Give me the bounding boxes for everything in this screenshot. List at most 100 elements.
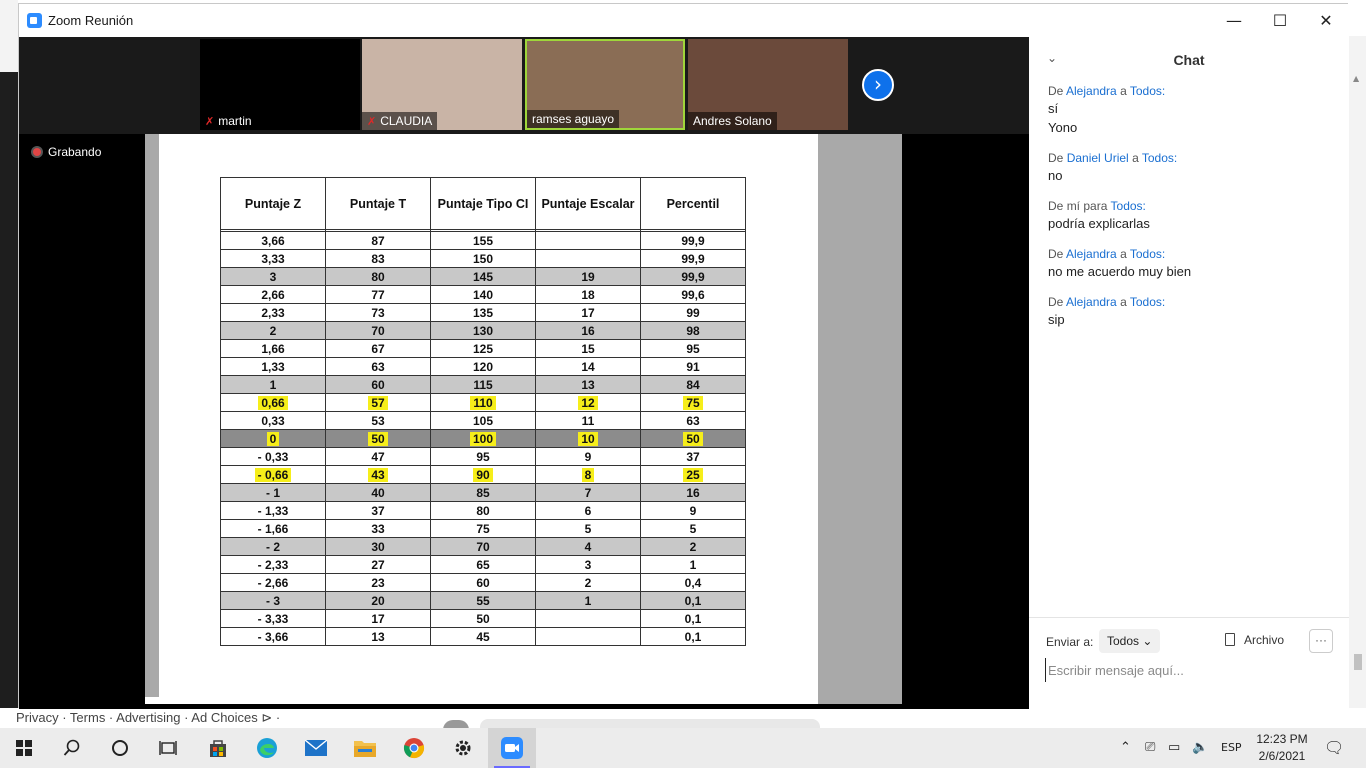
table-cell: 33 — [325, 519, 431, 538]
participant-name-text: martin — [218, 114, 252, 128]
message-recipient[interactable]: Todos: — [1142, 151, 1177, 165]
recipient-select[interactable]: Todos ⌄ — [1099, 629, 1161, 653]
cell-value: 55 — [476, 593, 490, 608]
message-sender[interactable]: Alejandra — [1066, 295, 1117, 309]
table-cell: 30 — [325, 537, 431, 556]
chat-message: De Daniel Uriel a Todos: no — [1048, 150, 1338, 185]
table-row: 0,33 53 105 11 63 — [220, 411, 746, 430]
table-cell: 80 — [430, 501, 536, 520]
message-text: sí — [1048, 101, 1059, 116]
recording-indicator[interactable]: Grabando — [31, 145, 101, 159]
cortana-icon[interactable] — [96, 728, 144, 768]
scroll-up-icon[interactable]: ▲ — [1353, 74, 1363, 83]
cell-value: 10 — [578, 431, 598, 446]
participant-tile[interactable]: ramses aguayo — [525, 39, 685, 130]
edge-icon[interactable] — [243, 728, 291, 768]
scrollbar-thumb[interactable] — [1354, 654, 1362, 670]
message-meta: De Alejandra a Todos: — [1048, 294, 1338, 310]
file-button[interactable]: Archivo — [1225, 633, 1284, 647]
minimize-button[interactable]: — — [1211, 4, 1257, 37]
table-cell: - 0,66 — [220, 465, 326, 484]
cell-value: - 3,33 — [257, 611, 289, 626]
chat-message-input[interactable] — [1045, 658, 1335, 682]
cell-value: 0 — [266, 431, 280, 446]
participant-tile[interactable]: Andres Solano — [688, 39, 848, 130]
table-row: 3,33 83 150 99,9 — [220, 249, 746, 268]
message-sender[interactable]: Daniel Uriel — [1067, 151, 1129, 165]
table-cell: 0,1 — [640, 627, 746, 646]
chat-title: Chat — [1173, 52, 1205, 68]
message-prefix: De — [1048, 84, 1064, 98]
message-recipient[interactable]: Todos: — [1130, 295, 1165, 309]
cell-value: 43 — [368, 467, 388, 482]
table-cell: 65 — [430, 555, 536, 574]
cell-value: 83 — [371, 251, 385, 266]
table-row: 0 50 100 10 50 — [220, 429, 746, 448]
table-cell: 95 — [640, 339, 746, 358]
system-clock[interactable]: 12:23 PM 2/6/2021 — [1252, 731, 1312, 765]
background-scrollbar[interactable]: ▲ — [1348, 36, 1366, 708]
table-cell: 155 — [430, 231, 536, 250]
table-cell: 45 — [430, 627, 536, 646]
cell-value: - 2,66 — [257, 575, 289, 590]
table-cell — [535, 627, 641, 646]
table-cell: 105 — [430, 411, 536, 430]
message-connector: a — [1132, 151, 1139, 165]
meet-now-icon[interactable]: ⎚ — [1145, 728, 1155, 768]
column-header: Puntaje Z — [220, 177, 326, 230]
cell-value: 135 — [472, 305, 494, 320]
cell-value: 110 — [470, 395, 496, 410]
notifications-icon[interactable]: 🗨 — [1324, 728, 1344, 768]
table-cell: 0,66 — [220, 393, 326, 412]
cell-value: 3,66 — [261, 233, 285, 248]
file-explorer-icon[interactable] — [341, 728, 389, 768]
cell-value: 17 — [371, 611, 385, 626]
message-connector: a — [1120, 295, 1127, 309]
search-icon[interactable] — [48, 728, 96, 768]
battery-icon[interactable]: ▭ — [1168, 728, 1180, 768]
store-icon[interactable] — [194, 728, 242, 768]
mail-icon[interactable] — [292, 728, 340, 768]
table-cell: 1 — [220, 375, 326, 394]
table-cell: 99,9 — [640, 249, 746, 268]
participant-tile[interactable]: ✗ martin — [200, 39, 360, 130]
windows-start-icon[interactable] — [0, 728, 48, 768]
participant-tile[interactable]: ✗ CLAUDIA — [362, 39, 522, 130]
next-participants-button[interactable]: › — [862, 69, 894, 101]
table-row: 2,33 73 135 17 99 — [220, 303, 746, 322]
close-button[interactable]: ✕ — [1303, 4, 1349, 37]
task-view-icon[interactable] — [144, 728, 192, 768]
footer-links[interactable]: Privacy · Terms · Advertising · Ad Choic… — [16, 710, 280, 726]
cell-value: 98 — [686, 323, 700, 338]
message-sender[interactable]: Alejandra — [1066, 247, 1117, 261]
cell-value: 140 — [472, 287, 494, 302]
cell-value: 77 — [371, 287, 385, 302]
message-recipient[interactable]: Todos: — [1130, 247, 1165, 261]
cell-value: 33 — [371, 521, 385, 536]
maximize-button[interactable]: ☐ — [1257, 4, 1303, 37]
settings-gear-icon[interactable] — [439, 728, 487, 768]
zoom-taskbar-icon[interactable] — [488, 728, 536, 768]
message-meta: De Alejandra a Todos: — [1048, 246, 1338, 262]
table-cell: 53 — [325, 411, 431, 430]
table-cell: 17 — [535, 303, 641, 322]
file-icon — [1225, 633, 1235, 646]
chevron-up-icon[interactable]: ⌃ — [1120, 728, 1131, 768]
volume-icon[interactable]: 🔈 — [1192, 728, 1208, 768]
table-cell: 2,66 — [220, 285, 326, 304]
message-recipient[interactable]: Todos: — [1111, 199, 1146, 213]
page-edge — [145, 697, 215, 704]
message-text: sip — [1048, 312, 1065, 327]
table-cell: - 1,66 — [220, 519, 326, 538]
table-cell: 18 — [535, 285, 641, 304]
table-cell: 140 — [430, 285, 536, 304]
cell-value: 50 — [476, 611, 490, 626]
chrome-icon[interactable] — [390, 728, 438, 768]
table-cell: 77 — [325, 285, 431, 304]
message-recipient[interactable]: Todos: — [1130, 84, 1165, 98]
more-options-button[interactable]: ··· — [1309, 629, 1333, 653]
cell-value: 2 — [689, 539, 697, 554]
message-sender[interactable]: Alejandra — [1066, 84, 1117, 98]
cell-value: 16 — [686, 485, 700, 500]
language-indicator[interactable]: ESP — [1221, 728, 1242, 768]
